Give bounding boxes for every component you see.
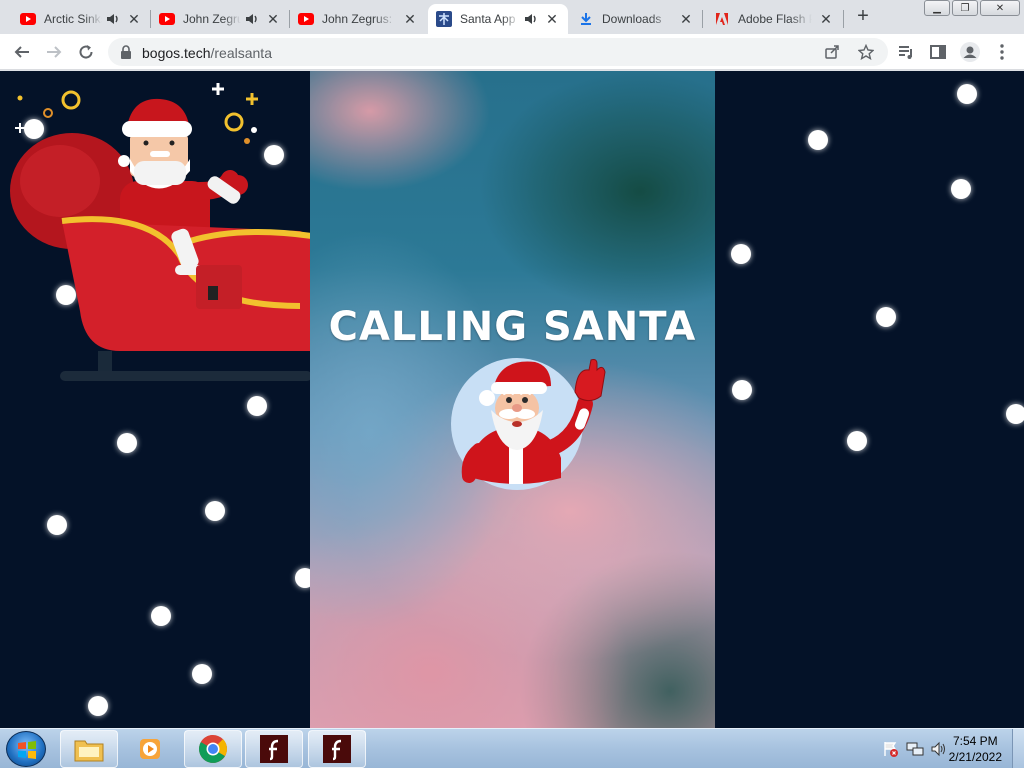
bookmark-star-icon[interactable] (858, 44, 874, 60)
reload-button[interactable] (74, 40, 98, 64)
audio-playing-icon[interactable] (245, 12, 259, 26)
snowflake (731, 244, 751, 264)
snowflake (247, 396, 267, 416)
tab-title: John Zegrus: T (322, 12, 396, 26)
network-icon[interactable] (906, 740, 924, 758)
snowflake (47, 515, 67, 535)
url-text[interactable]: bogos.tech/realsanta (142, 45, 272, 61)
santa-app-icon (436, 11, 452, 27)
browser-toolbar: bogos.tech/realsanta (0, 34, 1024, 70)
file-explorer-icon (74, 740, 104, 762)
santa-sleigh-illustration (10, 83, 312, 381)
snowflake (808, 130, 828, 150)
close-tab-icon[interactable]: ✕ (818, 11, 834, 27)
tab-john-zegrus-2[interactable]: John Zegrus: T ✕ (290, 4, 426, 34)
close-window-button[interactable]: ✕ (980, 0, 1020, 16)
minimize-button[interactable]: ▁ (924, 0, 950, 16)
close-tab-icon[interactable]: ✕ (265, 11, 281, 27)
snowflake (847, 431, 867, 451)
side-panel-icon (930, 45, 946, 59)
flash-player-icon (260, 735, 288, 763)
waving-santa-icon (461, 359, 606, 484)
flash-player-icon (323, 735, 351, 763)
tab-downloads[interactable]: Downloads ✕ (570, 4, 702, 34)
kebab-menu-icon (1000, 44, 1004, 60)
new-tab-button[interactable]: + (852, 6, 874, 28)
snowflake (951, 179, 971, 199)
adobe-icon (714, 11, 730, 27)
show-desktop-button[interactable] (1012, 729, 1024, 768)
tab-adobe-flash[interactable]: Adobe Flash P ✕ (706, 4, 842, 34)
back-button[interactable] (10, 40, 34, 64)
tab-title: Arctic Sinks (44, 12, 102, 26)
snowflake (88, 696, 108, 716)
tab-title: Adobe Flash P (738, 12, 812, 26)
volume-icon[interactable] (930, 740, 948, 758)
snowflake (732, 380, 752, 400)
taskbar-file-explorer[interactable] (60, 730, 118, 768)
snowflake (1006, 404, 1024, 424)
lock-icon[interactable] (120, 45, 132, 59)
youtube-icon (298, 11, 314, 27)
tab-strip: Arctic Sinks ✕ John Zegrus ✕ John Zegrus… (0, 0, 1024, 34)
start-button[interactable] (6, 731, 46, 767)
tab-title: Santa App (460, 12, 516, 26)
forward-arrow-icon (47, 46, 62, 58)
address-bar[interactable]: bogos.tech/realsanta (108, 38, 888, 66)
share-icon[interactable] (824, 44, 840, 60)
taskbar-flash-2[interactable] (308, 730, 366, 768)
menu-button[interactable] (990, 40, 1014, 64)
profile-avatar-icon (960, 42, 980, 62)
close-tab-icon[interactable]: ✕ (402, 11, 418, 27)
tab-arctic[interactable]: Arctic Sinks ✕ (12, 4, 150, 34)
taskbar-chrome[interactable] (184, 730, 242, 768)
restore-button[interactable]: ❐ (952, 0, 978, 16)
close-tab-icon[interactable]: ✕ (678, 11, 694, 27)
clock-time: 7:54 PM (952, 734, 998, 748)
snowflake (205, 501, 225, 521)
santa-avatar[interactable] (451, 358, 606, 490)
forward-button[interactable] (42, 40, 66, 64)
close-tab-icon[interactable]: ✕ (126, 11, 142, 27)
tab-john-zegrus-1[interactable]: John Zegrus ✕ (151, 4, 289, 34)
youtube-icon (20, 11, 36, 27)
windows-logo-icon (18, 741, 36, 759)
download-icon (578, 11, 594, 27)
clock[interactable]: 7:54 PM 2/21/2022 (949, 733, 1002, 765)
back-arrow-icon (14, 46, 29, 58)
media-control-button[interactable] (894, 40, 918, 64)
taskbar-media-player[interactable] (121, 730, 179, 768)
taskbar-flash-1[interactable] (245, 730, 303, 768)
audio-playing-icon[interactable] (106, 12, 120, 26)
audio-playing-icon[interactable] (524, 12, 538, 26)
windows-taskbar: 7:54 PM 2/21/2022 (0, 728, 1024, 768)
media-queue-icon (899, 46, 912, 59)
tab-title: Downloads (602, 12, 662, 26)
action-center-flag-icon[interactable] (882, 740, 900, 758)
tab-title: John Zegrus (183, 12, 241, 26)
calling-panel: CALLING SANTA (310, 71, 715, 728)
url-path: /realsanta (210, 45, 272, 61)
profile-button[interactable] (958, 40, 982, 64)
side-panel-button[interactable] (926, 40, 950, 64)
snowflake (957, 84, 977, 104)
snowflake (876, 307, 896, 327)
web-page: CALLING SANTA (0, 71, 1024, 728)
system-tray: 7:54 PM 2/21/2022 (854, 729, 1024, 768)
close-tab-icon[interactable]: ✕ (544, 11, 560, 27)
media-player-icon (140, 739, 160, 759)
calling-santa-heading: CALLING SANTA (328, 304, 697, 350)
tab-santa-app[interactable]: Santa App ✕ (428, 4, 568, 34)
window-controls: ▁ ❐ ✕ (924, 0, 1020, 16)
youtube-icon (159, 11, 175, 27)
snowflake (192, 664, 212, 684)
snowflake (117, 433, 137, 453)
chrome-icon (199, 735, 228, 763)
url-host: bogos.tech (142, 45, 211, 61)
snowflake (151, 606, 171, 626)
clock-date: 2/21/2022 (948, 750, 1002, 764)
reload-icon (79, 45, 93, 59)
